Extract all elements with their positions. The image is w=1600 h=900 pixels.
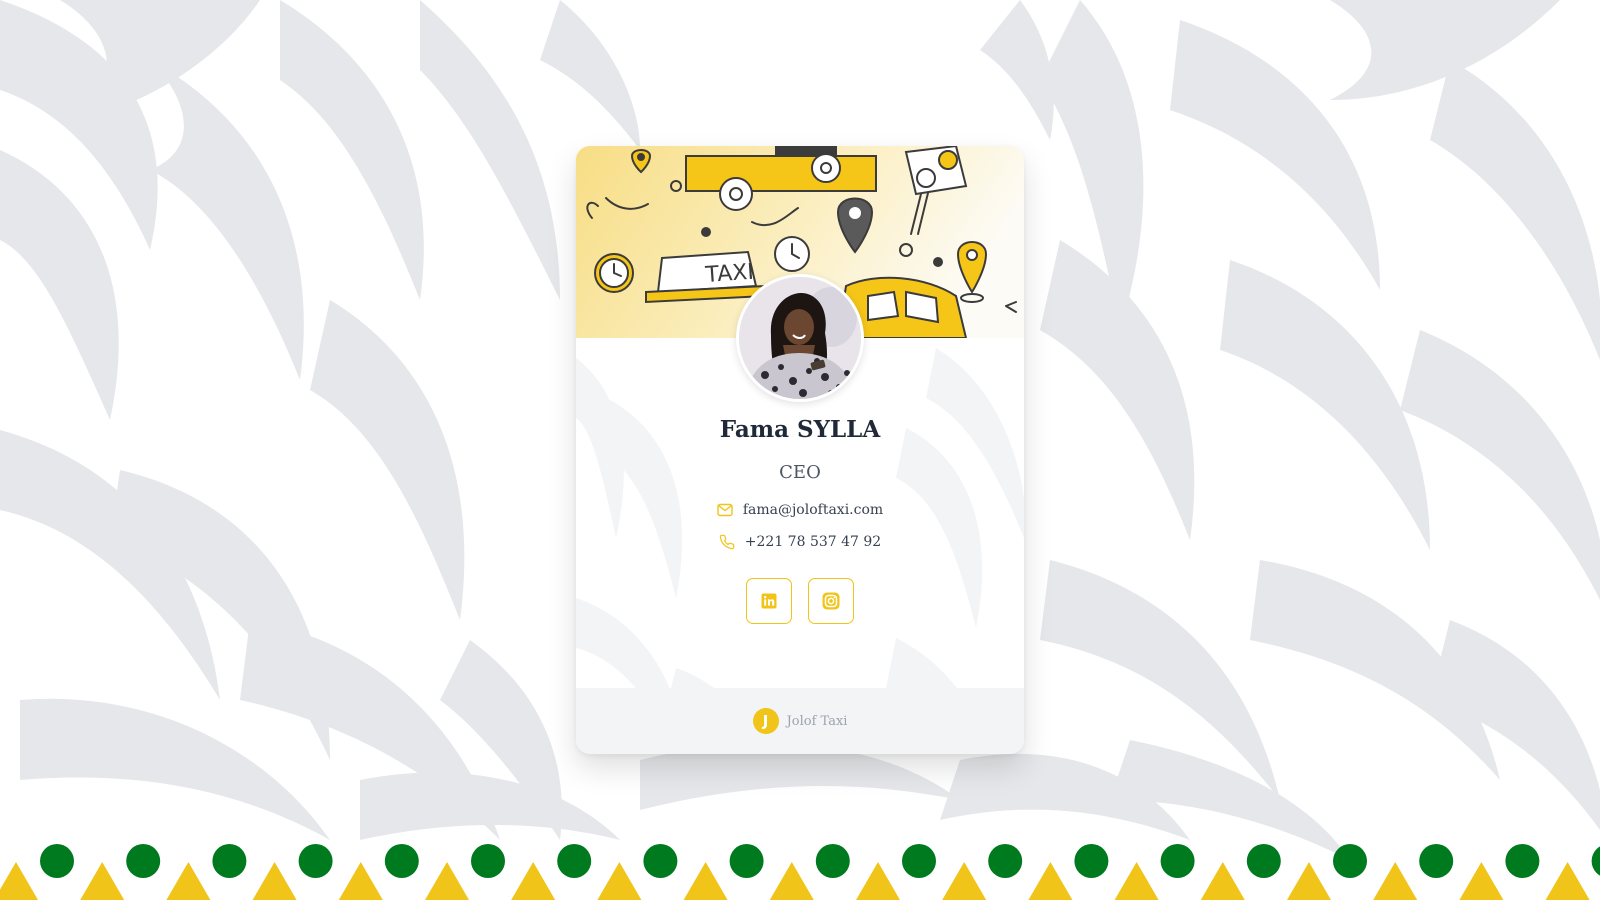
company-logo-badge: J [752,708,779,734]
border-dot [1246,844,1281,878]
border-triangle [1028,862,1073,900]
instagram-button[interactable] [808,578,854,624]
border-dot [1333,844,1367,878]
person-name: Fama SYLLA [719,416,881,443]
border-dot [126,844,161,878]
border-dot [1505,844,1540,878]
profile-photo [739,277,861,399]
email-text[interactable]: fama@joloftaxi.com [743,502,883,518]
border-triangle [338,862,383,900]
border-triangle [683,862,728,900]
border-dot [1074,844,1109,878]
border-triangle [1287,862,1331,900]
border-dot [298,844,333,878]
border-dot [1591,846,1600,876]
email-row[interactable]: fama@joloftaxi.com [576,502,1024,518]
border-triangle [769,862,814,900]
border-triangle [425,862,469,900]
border-dot [557,844,592,878]
border-triangle [942,862,987,900]
border-triangle [166,862,211,900]
phone-icon [719,534,735,550]
border-dot [988,844,1023,878]
border-dot [1419,844,1454,878]
linkedin-button[interactable] [746,578,792,624]
mail-icon [717,503,733,517]
border-dot [1160,844,1195,878]
card-footer: J Jolof Taxi [576,688,1024,754]
instagram-icon [822,592,840,610]
border-triangle [511,862,556,900]
border-triangle [1373,862,1418,900]
border-triangle [1114,862,1159,900]
social-links [576,578,1024,624]
person-role: CEO [779,462,821,483]
svg-text:TAXI: TAXI [704,260,755,288]
border-triangle [80,862,125,900]
phone-row[interactable]: +221 78 537 47 92 [576,534,1024,550]
border-triangle [252,862,297,900]
border-triangle [597,862,642,900]
border-dot [384,844,419,878]
border-triangle [856,862,900,900]
border-dot [40,844,74,878]
border-triangle [1200,862,1245,900]
decorative-border [0,844,1600,900]
linkedin-icon [761,593,777,609]
border-triangle [1459,862,1504,900]
border-dot [815,844,850,878]
border-triangle [0,862,38,900]
border-dot [902,844,936,878]
border-dot [212,844,247,878]
business-card: TAXI Fama SYLLA CEO fama@joloftaxi.com +… [576,146,1024,754]
company-name: Jolof Taxi [786,713,848,729]
border-dot [471,844,505,878]
phone-text[interactable]: +221 78 537 47 92 [745,534,881,550]
border-triangle [1545,862,1590,900]
border-dot [643,844,678,878]
avatar [736,274,864,402]
border-dot [729,844,764,878]
